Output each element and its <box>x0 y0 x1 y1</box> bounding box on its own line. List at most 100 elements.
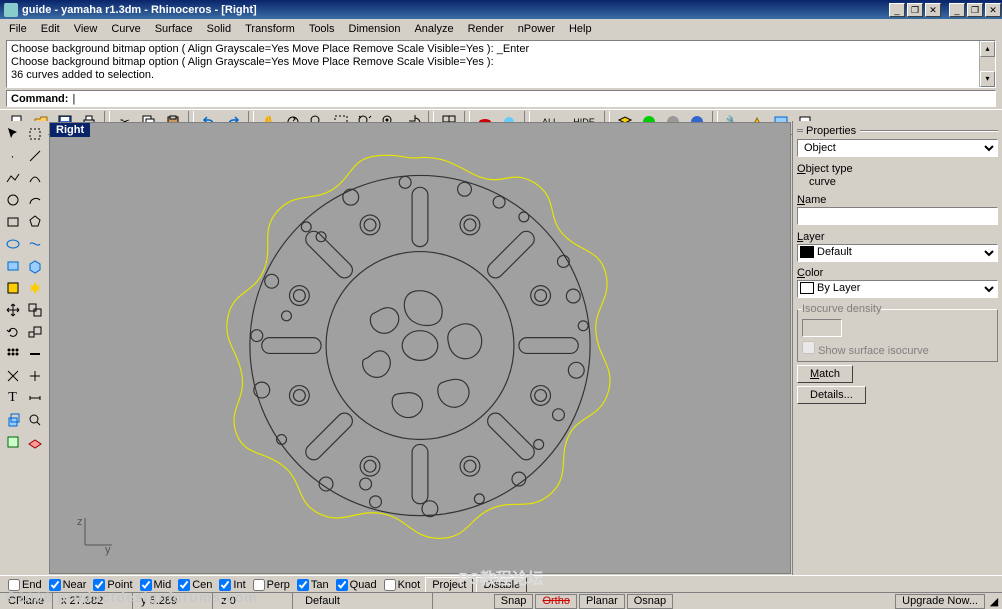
pointer-tool[interactable] <box>2 123 23 144</box>
mesh-tool[interactable] <box>2 277 23 298</box>
scale-tool[interactable] <box>24 321 45 342</box>
iso-checkbox-label: Show surface isocurve <box>818 345 929 357</box>
command-line[interactable]: Command: | <box>6 90 996 107</box>
command-history[interactable]: Choose background bitmap option ( Align … <box>6 40 996 88</box>
color-select[interactable] <box>797 280 998 298</box>
dimension-tool[interactable] <box>24 387 45 408</box>
status-layer[interactable]: Default <box>293 593 433 609</box>
command-cursor: | <box>72 93 75 105</box>
split-tool[interactable] <box>24 365 45 386</box>
status-cplane[interactable]: CPlane <box>0 593 53 609</box>
menu-solid[interactable]: Solid <box>200 21 238 37</box>
move-tool[interactable] <box>2 299 23 320</box>
viewport-right[interactable]: Right <box>49 122 791 574</box>
arc-tool[interactable] <box>24 189 45 210</box>
history-line: Choose background bitmap option ( Align … <box>11 43 991 56</box>
cplane-tool[interactable] <box>24 431 45 452</box>
surface-tool[interactable] <box>2 255 23 276</box>
match-button[interactable]: Match <box>797 365 853 383</box>
osnap-end[interactable]: End <box>6 579 44 591</box>
rectangle-tool[interactable] <box>2 211 23 232</box>
status-ortho[interactable]: Ortho <box>535 594 577 609</box>
extrude-tool[interactable] <box>2 409 23 430</box>
menu-analyze[interactable]: Analyze <box>407 21 460 37</box>
command-prompt: Command: <box>11 93 68 105</box>
menu-edit[interactable]: Edit <box>34 21 67 37</box>
osnap-mid[interactable]: Mid <box>138 579 174 591</box>
curve-tool[interactable] <box>24 167 45 188</box>
array-tool[interactable] <box>2 343 23 364</box>
rotate-tool[interactable] <box>2 321 23 342</box>
object-type-label: Object type <box>797 163 998 175</box>
upgrade-now-button[interactable]: Upgrade Now... <box>895 594 985 609</box>
properties-panel: Properties Object Object type curve Name… <box>792 121 1002 575</box>
layer-label: Layer <box>797 231 998 243</box>
color-label: Color <box>797 267 998 279</box>
osnap-tan[interactable]: Tan <box>295 579 331 591</box>
copy-tool[interactable] <box>24 299 45 320</box>
mdi-restore-button[interactable]: ❐ <box>967 3 983 17</box>
iso-density-field <box>802 319 842 337</box>
history-scrollbar[interactable]: ▴ ▾ <box>979 41 995 87</box>
status-planar[interactable]: Planar <box>579 594 625 609</box>
trim-tool[interactable] <box>2 365 23 386</box>
menu-transform[interactable]: Transform <box>238 21 302 37</box>
circle-tool[interactable] <box>2 189 23 210</box>
osnap-bar: End Near Point Mid Cen Int Perp Tan Quad… <box>0 575 1002 593</box>
polyline-tool[interactable] <box>2 167 23 188</box>
menubar: File Edit View Curve Surface Solid Trans… <box>0 19 1002 38</box>
osnap-cen[interactable]: Cen <box>176 579 214 591</box>
axis-y-label: y <box>105 544 111 556</box>
workspace: · T Right <box>0 121 1002 575</box>
menu-help[interactable]: Help <box>562 21 599 37</box>
explode-tool[interactable] <box>24 277 45 298</box>
layer-select[interactable] <box>797 244 998 262</box>
polygon-tool[interactable] <box>24 211 45 232</box>
scroll-up-icon[interactable]: ▴ <box>980 41 995 57</box>
osnap-quad[interactable]: Quad <box>334 579 379 591</box>
analyze-tool[interactable] <box>24 409 45 430</box>
solid-tool[interactable] <box>24 255 45 276</box>
osnap-project-button[interactable]: Project <box>425 577 473 593</box>
menu-file[interactable]: File <box>2 21 34 37</box>
osnap-near[interactable]: Near <box>47 579 89 591</box>
osnap-int[interactable]: Int <box>217 579 247 591</box>
menu-view[interactable]: View <box>67 21 105 37</box>
lasso-tool[interactable] <box>24 123 45 144</box>
properties-selector[interactable]: Object <box>797 139 998 157</box>
osnap-knot[interactable]: Knot <box>382 579 423 591</box>
properties-title: Properties <box>806 125 856 137</box>
freeform-tool[interactable] <box>24 233 45 254</box>
details-button[interactable]: Details... <box>797 386 866 404</box>
menu-render[interactable]: Render <box>461 21 511 37</box>
status-snap[interactable]: Snap <box>494 594 534 609</box>
mdi-close-button[interactable]: ✕ <box>985 3 1001 17</box>
window-title: guide - yamaha r1.3dm - Rhinoceros - [Ri… <box>22 4 888 16</box>
menu-curve[interactable]: Curve <box>104 21 147 37</box>
minimize-button[interactable]: _ <box>889 3 905 17</box>
status-z: z 0 <box>213 593 293 609</box>
text-tool[interactable]: T <box>2 387 23 408</box>
properties-tool[interactable] <box>2 431 23 452</box>
resize-grip-icon[interactable]: ◢ <box>986 595 1002 608</box>
ellipse-tool[interactable] <box>2 233 23 254</box>
menu-npower[interactable]: nPower <box>511 21 562 37</box>
line-tool[interactable] <box>24 145 45 166</box>
restore-button[interactable]: ❐ <box>907 3 923 17</box>
status-osnap[interactable]: Osnap <box>627 594 673 609</box>
osnap-perp[interactable]: Perp <box>251 579 292 591</box>
osnap-disable-button[interactable]: Disable <box>476 577 527 593</box>
scroll-down-icon[interactable]: ▾ <box>980 71 995 87</box>
name-field[interactable] <box>797 207 998 225</box>
join-tool[interactable] <box>24 343 45 364</box>
name-label: Name <box>797 194 998 206</box>
menu-tools[interactable]: Tools <box>302 21 342 37</box>
app-icon <box>4 3 18 17</box>
mdi-minimize-button[interactable]: _ <box>949 3 965 17</box>
osnap-point[interactable]: Point <box>91 579 134 591</box>
close-button[interactable]: ✕ <box>925 3 941 17</box>
viewport-canvas <box>50 123 790 573</box>
menu-surface[interactable]: Surface <box>148 21 200 37</box>
menu-dimension[interactable]: Dimension <box>342 21 408 37</box>
point-tool[interactable]: · <box>2 145 23 166</box>
